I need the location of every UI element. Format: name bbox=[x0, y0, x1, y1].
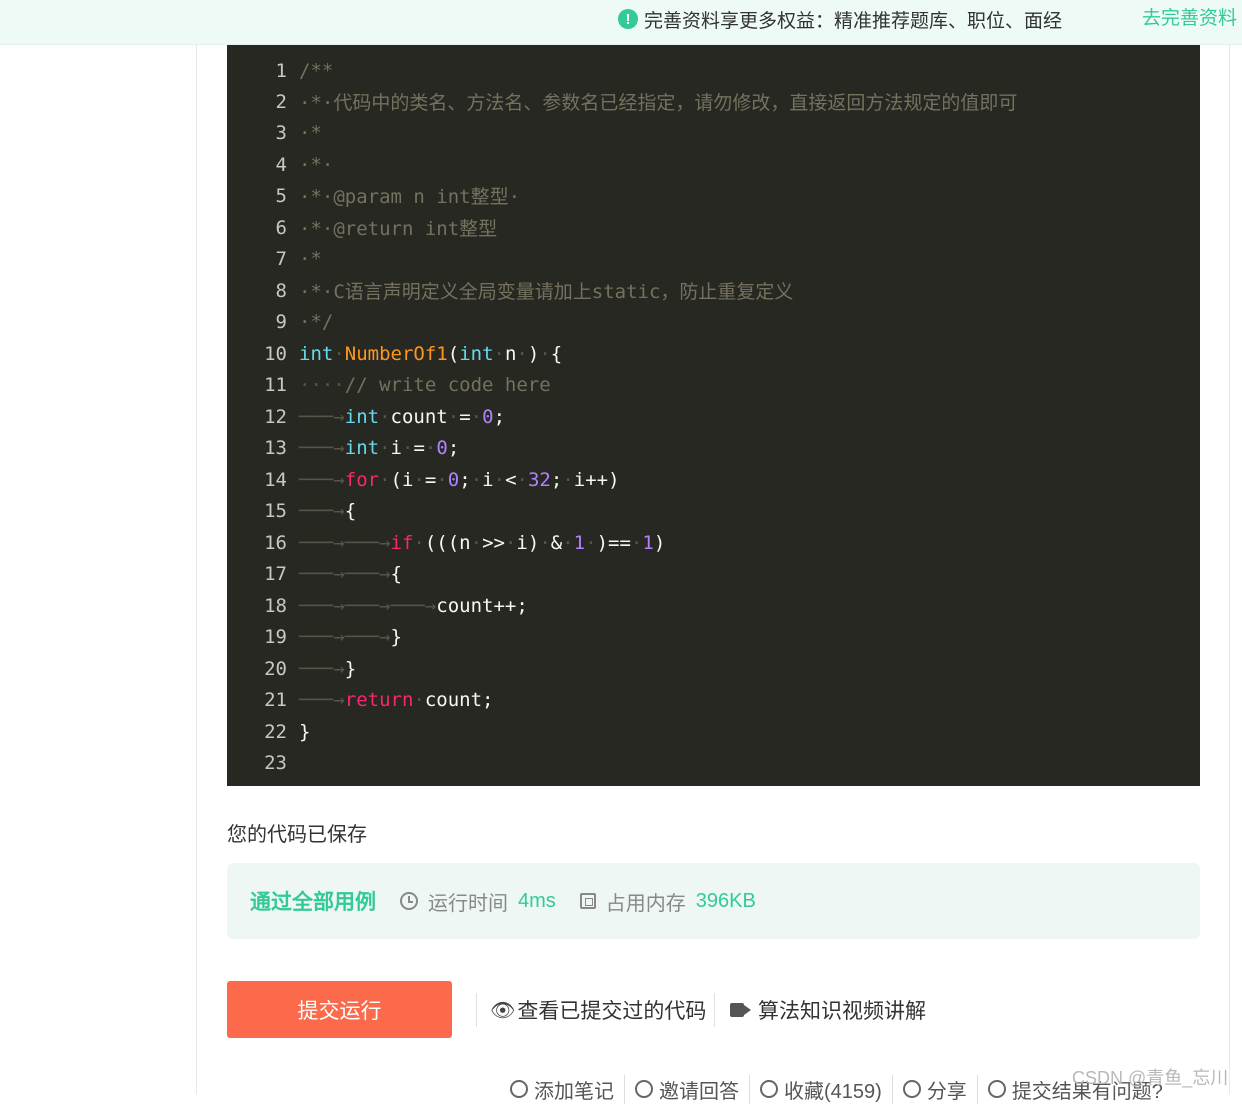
code-line: 17 ───→───→{ bbox=[227, 558, 1200, 589]
info-icon bbox=[987, 1080, 1006, 1098]
code-line: 16 ───→───→if·(((n·>>·i)·&·1·)==·1) bbox=[227, 527, 1200, 558]
line-number: 13 bbox=[264, 436, 287, 459]
line-number: 23 bbox=[264, 751, 287, 774]
code-line: 10 int·NumberOf1(int·n·)·{ bbox=[227, 338, 1200, 369]
csdn-watermark: CSDN @青鱼_忘川 bbox=[1072, 1068, 1229, 1088]
note-icon bbox=[510, 1080, 528, 1098]
video-camera-icon bbox=[730, 1003, 744, 1017]
code-line: 8 ·*·C语言声明定义全局变量请加上static，防止重复定义 bbox=[227, 275, 1200, 306]
code-line: 4 ·*· bbox=[227, 149, 1200, 180]
line-number: 4 bbox=[275, 153, 287, 176]
code-line: 7 ·* bbox=[227, 243, 1200, 274]
share-button[interactable]: 分享 bbox=[893, 1074, 978, 1104]
invite-answer-button[interactable]: 邀请回答 bbox=[625, 1074, 750, 1104]
add-note-button[interactable]: 添加笔记 bbox=[500, 1074, 625, 1104]
code-line: 20 ───→} bbox=[227, 653, 1200, 684]
line-number: 20 bbox=[264, 657, 287, 680]
line-number: 8 bbox=[275, 279, 287, 302]
add-note-label: 添加笔记 bbox=[534, 1080, 614, 1103]
line-number: 5 bbox=[275, 184, 287, 207]
line-number: 9 bbox=[275, 310, 287, 333]
line-number: 11 bbox=[264, 373, 287, 396]
video-label: 算法知识视频讲解 bbox=[758, 1000, 926, 1023]
pass-status: 通过全部用例 bbox=[250, 891, 376, 914]
code-line: 21 ───→return·count; bbox=[227, 684, 1200, 715]
view-submitted-label: 查看已提交过的代码 bbox=[517, 1000, 707, 1023]
line-number: 7 bbox=[275, 247, 287, 270]
favorite-button[interactable]: 收藏(4159) bbox=[750, 1074, 893, 1104]
code-comment: 代码中的类名、方法名、参数名已经指定，请勿修改，直接返回方法规定的值即可 bbox=[333, 92, 1018, 114]
memory-value: 396KB bbox=[695, 889, 756, 912]
view-submitted-code-link[interactable]: 👁 查看已提交过的代码 bbox=[490, 995, 706, 1025]
code-line: 3 ·* bbox=[227, 117, 1200, 148]
code-comment: @param n int整型 bbox=[333, 186, 509, 208]
code-line: 2 ·*·代码中的类名、方法名、参数名已经指定，请勿修改，直接返回方法规定的值即… bbox=[227, 86, 1200, 117]
eye-icon: 👁 bbox=[490, 999, 516, 1022]
code-line: 9 ·*/ bbox=[227, 306, 1200, 337]
code-line: 14 ───→for·(i·=·0;·i·<·32;·i++) bbox=[227, 464, 1200, 495]
line-number: 16 bbox=[264, 531, 287, 554]
code-line: 12 ───→int·count·=·0; bbox=[227, 401, 1200, 432]
line-number: 3 bbox=[275, 121, 287, 144]
saved-status: 您的代码已保存 bbox=[227, 824, 367, 846]
code-comment: // write code here bbox=[344, 373, 551, 396]
run-result-panel: 通过全部用例 运行时间 4ms 占用内存 396KB bbox=[227, 863, 1200, 939]
code-editor[interactable]: 1 /** 2 ·*·代码中的类名、方法名、参数名已经指定，请勿修改，直接返回方… bbox=[227, 45, 1200, 786]
heart-icon bbox=[760, 1080, 778, 1098]
share-label: 分享 bbox=[926, 1080, 967, 1103]
line-number: 2 bbox=[275, 90, 287, 113]
favorite-label: 收藏(4159) bbox=[784, 1080, 882, 1103]
code-comment: C语言声明定义全局变量请加上static，防止重复定义 bbox=[333, 281, 794, 303]
share-icon bbox=[902, 1080, 921, 1098]
right-divider bbox=[1229, 45, 1230, 1094]
runtime-label: 运行时间 bbox=[428, 892, 508, 915]
code-line: 18 ───→───→───→count++; bbox=[227, 590, 1200, 621]
notice-text: 完善资料享更多权益：精准推荐题库、职位、面经 bbox=[644, 10, 1063, 32]
code-line: 13 ───→int·i·=·0; bbox=[227, 432, 1200, 463]
memory-label: 占用内存 bbox=[605, 892, 686, 915]
submit-run-button[interactable]: 提交运行 bbox=[227, 981, 452, 1038]
exclamation-icon: ! bbox=[618, 9, 638, 29]
clock-icon bbox=[400, 892, 418, 910]
algorithm-video-link[interactable]: 算法知识视频讲解 bbox=[730, 995, 926, 1025]
memory-meta: 占用内存 396KB bbox=[579, 887, 756, 916]
line-number: 18 bbox=[264, 594, 287, 617]
code-comment: @return int整型 bbox=[333, 218, 498, 240]
profile-notice-bar: ! 完善资料享更多权益：精准推荐题库、职位、面经 去完善资料 bbox=[0, 0, 1242, 45]
line-number: 14 bbox=[264, 468, 287, 491]
line-number: 10 bbox=[264, 342, 287, 365]
line-number: 17 bbox=[264, 562, 287, 585]
profile-notice: ! 完善资料享更多权益：精准推荐题库、职位、面经 bbox=[618, 6, 1062, 32]
code-line: 5 ·*·@param n int整型· bbox=[227, 180, 1200, 211]
invite-icon bbox=[635, 1080, 653, 1098]
line-number: 22 bbox=[264, 720, 287, 743]
line-number: 19 bbox=[264, 625, 287, 648]
code-line: 15 ───→{ bbox=[227, 495, 1200, 526]
divider bbox=[714, 993, 715, 1027]
code-line: 11 ····// write code here bbox=[227, 369, 1200, 400]
line-number: 1 bbox=[275, 59, 287, 82]
divider bbox=[476, 993, 477, 1027]
code-line: 22 } bbox=[227, 716, 1200, 747]
line-number: 21 bbox=[264, 688, 287, 711]
code-line: 6 ·*·@return int整型 bbox=[227, 212, 1200, 243]
runtime-value: 4ms bbox=[518, 889, 556, 912]
code-line: 1 /** bbox=[227, 55, 1200, 86]
invite-label: 邀请回答 bbox=[659, 1080, 739, 1103]
line-number: 15 bbox=[264, 499, 287, 522]
code-line: 19 ───→───→} bbox=[227, 621, 1200, 652]
memory-chip-icon bbox=[579, 893, 596, 909]
line-number: 12 bbox=[264, 405, 287, 428]
runtime-meta: 运行时间 4ms bbox=[400, 887, 556, 916]
line-number: 6 bbox=[275, 216, 287, 239]
complete-profile-link[interactable]: 去完善资料 bbox=[1142, 6, 1237, 32]
left-panel bbox=[0, 45, 197, 1094]
code-line: 23 bbox=[227, 747, 1200, 778]
